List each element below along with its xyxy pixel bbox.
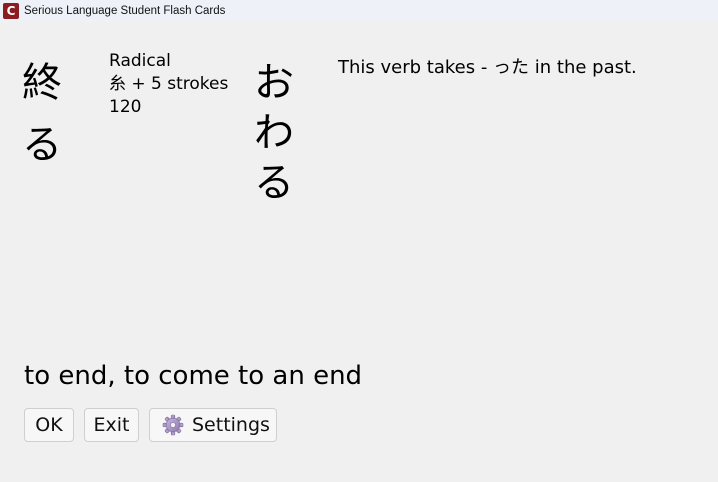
gear-icon [162,414,184,436]
title-bar: C Serious Language Student Flash Cards [0,0,718,22]
window-title: Serious Language Student Flash Cards [24,5,226,17]
settings-label: Settings [192,414,270,436]
button-row: OK Exit Settings [24,408,277,442]
radical-info: Radical 糸 + 5 strokes 120 [109,50,228,119]
kanji-char: る [22,122,62,168]
ok-button[interactable]: OK [24,408,74,442]
meaning-text: to end, to come to an end [24,361,363,391]
reading-char: る [254,160,294,206]
radical-label: Radical [109,51,171,71]
radical-composition: 糸 + 5 strokes [109,74,229,94]
app-icon: C [3,3,19,19]
exit-button[interactable]: Exit [84,408,139,442]
kana-reading: お わ る [254,58,302,208]
kanji-char: 終 [22,60,62,106]
kanji-word: 終 る [22,52,82,176]
settings-button[interactable]: Settings [149,408,277,442]
grammar-note: This verb takes - った in the past. [338,57,637,78]
radical-number: 120 [109,97,142,117]
reading-char: お [254,60,294,106]
reading-char: わ [254,110,294,156]
